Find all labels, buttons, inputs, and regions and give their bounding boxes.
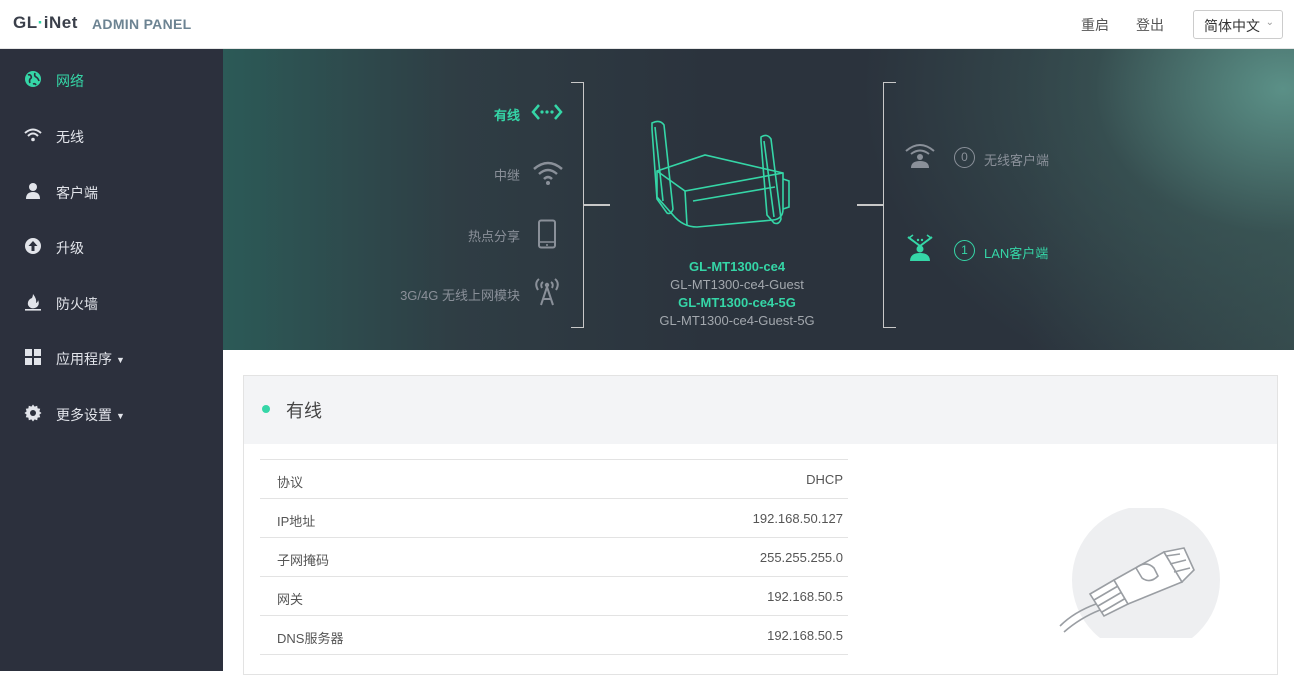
left-bracket (571, 82, 584, 328)
sidebar-item-label: 网络 (56, 73, 84, 89)
connection-cellular[interactable]: 3G/4G 无线上网模块 (380, 285, 520, 304)
left-bracket-connector (584, 204, 610, 206)
gear-icon (24, 404, 42, 422)
apps-grid-icon (25, 349, 41, 365)
sidebar: 网络 无线 客户端 升级 防火墙 应用程序 ▼ 更多设置 ▼ (0, 49, 223, 671)
upgrade-icon (25, 238, 41, 254)
ssid-guest: GL-MT1300-ce4-Guest (670, 277, 804, 292)
sidebar-item-label: 应用程序 ▼ (56, 351, 125, 367)
wired-info-table: 协议 DHCP IP地址 192.168.50.127 子网掩码 255.255… (260, 459, 848, 655)
sidebar-item-label: 防火墙 (56, 296, 98, 312)
sidebar-item-label: 客户端 (56, 185, 98, 201)
ethernet-arrows-icon[interactable] (531, 102, 563, 122)
wifi-icon (24, 128, 42, 142)
language-select-value: 简体中文 (1204, 18, 1260, 34)
ssid-5g: GL-MT1300-ce4-5G (678, 295, 796, 310)
globe-icon (25, 71, 41, 87)
lan-client-count: 1 (954, 240, 975, 261)
row-key: 子网掩码 (277, 553, 330, 568)
row-value: 192.168.50.127 (752, 511, 843, 526)
fire-icon (25, 294, 41, 311)
sidebar-item-more-settings[interactable]: 更多设置 ▼ (0, 393, 223, 433)
wireless-client-label[interactable]: 无线客户端 (984, 150, 1049, 169)
logo[interactable]: GL·iNet (13, 13, 78, 33)
router-icon (651, 120, 790, 228)
row-key: 网关 (277, 592, 304, 607)
caret-down-icon: ▼ (116, 411, 125, 422)
status-dot (262, 405, 270, 413)
user-icon (26, 183, 40, 199)
right-bracket-connector (857, 204, 883, 206)
table-row: DNS服务器 192.168.50.5 (260, 616, 848, 655)
sidebar-item-applications[interactable]: 应用程序 ▼ (0, 337, 223, 377)
sidebar-item-network[interactable]: 网络 (0, 59, 223, 99)
network-overview: 有线 中继 热点分享 3G/4G 无线上网模块 GL-MT1300-ce4 GL… (223, 49, 1294, 350)
wireless-client-icon[interactable] (905, 143, 935, 169)
table-row: 协议 DHCP (260, 460, 848, 499)
row-key: IP地址 (277, 514, 316, 529)
ethernet-cable-icon (1059, 508, 1220, 638)
table-row: IP地址 192.168.50.127 (260, 499, 848, 538)
phone-tethering-icon[interactable] (536, 219, 558, 249)
sidebar-item-label: 无线 (56, 129, 84, 145)
logout-link[interactable]: 登出 (1136, 15, 1164, 35)
cellular-tower-icon[interactable] (533, 276, 561, 306)
row-value: 192.168.50.5 (767, 628, 843, 643)
table-row: 网关 192.168.50.5 (260, 577, 848, 616)
row-value: 192.168.50.5 (767, 589, 843, 604)
row-key: 协议 (277, 475, 304, 490)
right-bracket (883, 82, 896, 328)
sidebar-item-upgrade[interactable]: 升级 (0, 226, 223, 266)
chevron-down-icon: ⌄ (1265, 17, 1274, 28)
lan-client-icon[interactable] (905, 234, 935, 262)
logo-part2: iNet (43, 13, 78, 32)
wired-info-card: 有线 协议 DHCP IP地址 192.168.50.127 子网掩码 255.… (243, 375, 1278, 675)
lan-client-label[interactable]: LAN客户端 (984, 243, 1048, 262)
wireless-client-count: 0 (954, 147, 975, 168)
wifi-repeater-icon[interactable] (532, 160, 564, 186)
ssid-primary: GL-MT1300-ce4 (688, 259, 786, 274)
panel-title: ADMIN PANEL (92, 16, 192, 32)
sidebar-item-firewall[interactable]: 防火墙 (0, 282, 223, 322)
connection-tethering[interactable]: 热点分享 (380, 226, 520, 245)
sidebar-item-label: 升级 (56, 240, 84, 256)
sidebar-item-clients[interactable]: 客户端 (0, 171, 223, 211)
reboot-link[interactable]: 重启 (1081, 15, 1109, 35)
table-row: 子网掩码 255.255.255.0 (260, 538, 848, 577)
row-value: 255.255.255.0 (759, 550, 843, 565)
row-value: DHCP (806, 472, 843, 487)
ssid-guest-5g: GL-MT1300-ce4-Guest-5G (659, 313, 815, 328)
sidebar-item-label: 更多设置 ▼ (56, 407, 125, 423)
logo-part1: GL (13, 13, 38, 32)
card-header: 有线 (244, 376, 1277, 444)
language-select[interactable]: 简体中文 ⌄ (1193, 10, 1283, 39)
connection-wired[interactable]: 有线 (380, 105, 520, 124)
connection-repeater[interactable]: 中继 (380, 165, 520, 184)
caret-down-icon: ▼ (116, 355, 125, 366)
card-title: 有线 (286, 401, 322, 421)
top-bar: GL·iNet ADMIN PANEL 重启 登出 简体中文 ⌄ (0, 0, 1294, 49)
sidebar-item-wireless[interactable]: 无线 (0, 115, 223, 155)
row-key: DNS服务器 (277, 631, 344, 646)
